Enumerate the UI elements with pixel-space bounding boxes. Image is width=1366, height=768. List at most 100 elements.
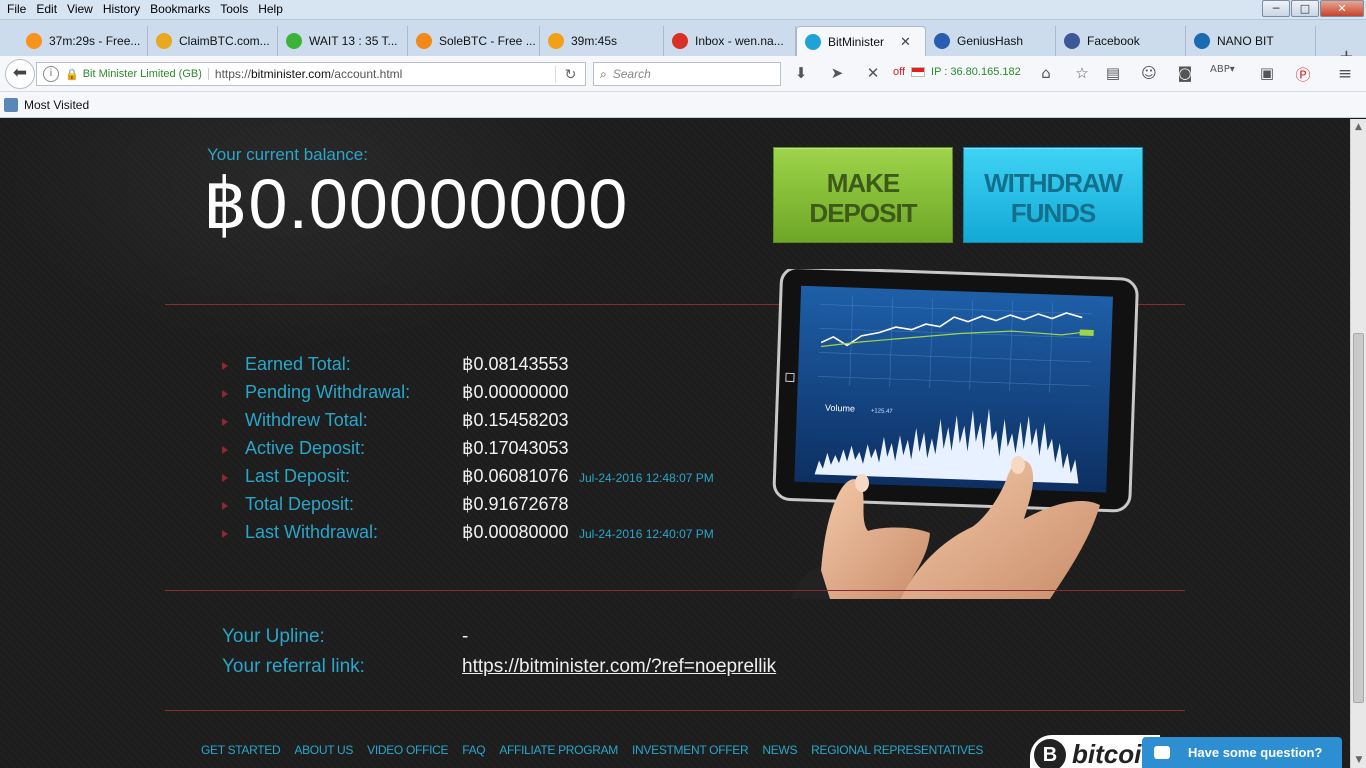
tab-39m-45s[interactable]: 39m:45s	[540, 26, 664, 56]
most-visited-link[interactable]: Most Visited	[24, 98, 89, 112]
footer-link-faq[interactable]: FAQ	[462, 743, 485, 757]
close-tab-icon[interactable]: ✕	[900, 34, 911, 50]
address-bar[interactable]: i 🔒 Bit Minister Limited (GB) https://bi…	[36, 62, 586, 86]
info-icon[interactable]: i	[43, 66, 59, 82]
gmail-icon	[672, 33, 688, 49]
stat-label: Last Withdrawal:	[245, 522, 379, 542]
maximize-button[interactable]: □	[1291, 0, 1319, 17]
close-window-button[interactable]: ✕	[1320, 0, 1364, 17]
tab-label: BitMinister	[828, 34, 885, 49]
bullet-icon	[222, 446, 228, 454]
withdraw-line-1: WITHDRAW	[984, 168, 1123, 198]
adblock-icon[interactable]: ABP▾	[1210, 64, 1235, 84]
tab-bitminister[interactable]: BitMinister ✕	[796, 26, 926, 56]
send-icon[interactable]: ➤	[826, 64, 848, 84]
site-identity[interactable]: Bit Minister Limited (GB)	[83, 68, 209, 80]
tab-geniushash[interactable]: GeniusHash	[926, 26, 1056, 56]
nano-icon	[1194, 33, 1210, 49]
tab-nano-bit[interactable]: NANO BIT	[1186, 26, 1316, 56]
stat-value: ฿0.06081076	[462, 466, 569, 486]
menu-help[interactable]: Help	[253, 0, 288, 18]
tab-label: 37m:29s - Free...	[49, 34, 141, 48]
tab-37m-29s-free[interactable]: 37m:29s - Free...	[18, 26, 148, 56]
footer-link-investment-offer[interactable]: INVESTMENT OFFER	[632, 743, 749, 757]
ip-widget[interactable]: off IP : 36.80.165.182	[893, 66, 1021, 78]
pocket-icon[interactable]: ◙	[1174, 64, 1196, 84]
image-icon[interactable]: ▣	[1256, 64, 1278, 84]
tab-label: ClaimBTC.com...	[179, 34, 270, 48]
tab-label: WAIT 13 : 35 T...	[309, 34, 398, 48]
stat-value: ฿0.15458203	[462, 410, 569, 430]
tablet-volume-label: Volume	[825, 403, 855, 414]
url-text[interactable]: https://bitminister.com/account.html	[215, 67, 555, 81]
tab-inbox-wen-na[interactable]: Inbox - wen.na...	[664, 26, 796, 56]
stat-value: ฿0.08143553	[462, 354, 569, 374]
bullet-icon	[222, 502, 228, 510]
bullet-icon	[222, 390, 228, 398]
bitcoin-logo: B bitcoin	[1030, 735, 1160, 768]
menu-bookmarks[interactable]: Bookmarks	[145, 0, 215, 18]
tablet-volume-value: +125.47	[871, 408, 894, 415]
tablet-illustration: Volume +125.47	[772, 269, 1139, 599]
star-icon[interactable]: ☆	[1071, 64, 1093, 84]
referral-link[interactable]: https://bitminister.com/?ref=noeprellik	[462, 656, 776, 678]
back-button[interactable]: ⬅	[5, 59, 35, 89]
page-scrollbar[interactable]: ▲ ▼	[1350, 119, 1366, 768]
tab-solebtc-free[interactable]: SoleBTC - Free ...	[408, 26, 540, 56]
back-arrow-icon: ⬅	[12, 63, 28, 83]
menu-file[interactable]: File	[2, 0, 31, 18]
deposit-line-1: MAKE	[826, 168, 901, 198]
home-icon[interactable]: ⌂	[1035, 64, 1057, 84]
bitcoin-icon	[416, 33, 432, 49]
withdraw-line-2: FUNDS	[1010, 198, 1097, 228]
referral-link-label: Your referral link:	[222, 656, 365, 677]
menu-edit[interactable]: Edit	[31, 0, 62, 18]
footer-link-news[interactable]: NEWS	[762, 743, 797, 757]
footer-link-affiliate-program[interactable]: AFFILIATE PROGRAM	[499, 743, 618, 757]
tab-label: NANO BIT	[1217, 34, 1274, 48]
facebook-icon	[1064, 33, 1080, 49]
bitminister-icon	[805, 33, 821, 50]
footer-link-get-started[interactable]: GET STARTED	[201, 743, 281, 757]
stat-label: Active Deposit:	[245, 438, 366, 458]
tab-label: Facebook	[1087, 34, 1140, 48]
menu-tools[interactable]: Tools	[215, 0, 253, 18]
search-input[interactable]: ⌕ Search	[593, 62, 781, 86]
hamburger-menu-icon[interactable]: ≡	[1334, 64, 1356, 84]
footer-link-about-us[interactable]: ABOUT US	[294, 743, 353, 757]
menu-history[interactable]: History	[98, 0, 145, 18]
x-icon[interactable]: ✕	[862, 64, 884, 84]
stat-timestamp: Jul-24-2016 12:40:07 PM	[579, 527, 714, 541]
scroll-down-arrow-icon[interactable]: ▼	[1351, 752, 1366, 768]
pinterest-icon[interactable]: Ⓟ	[1292, 64, 1314, 84]
navigation-toolbar: ⬅ i 🔒 Bit Minister Limited (GB) https://…	[0, 56, 1366, 92]
tab-wait-13-35-t[interactable]: WAIT 13 : 35 T...	[278, 26, 408, 56]
menu-items: File Edit View History Bookmarks Tools Help	[0, 0, 1366, 18]
clipboard-icon[interactable]: ▤	[1102, 64, 1124, 84]
bitcoin-icon	[26, 33, 42, 49]
smiley-icon	[286, 33, 302, 49]
make-deposit-button[interactable]: MAKE DEPOSIT	[773, 147, 953, 243]
stat-value: ฿0.00080000	[462, 522, 569, 542]
flag-icon	[911, 67, 926, 77]
tab-bar: 37m:29s - Free... ClaimBTC.com... WAIT 13 …	[0, 20, 1366, 67]
bullet-icon	[222, 418, 228, 426]
stat-timestamp: Jul-24-2016 12:48:07 PM	[579, 471, 714, 485]
stat-label: Last Deposit:	[245, 466, 351, 486]
footer-link-video-office[interactable]: VIDEO OFFICE	[367, 743, 448, 757]
footer-link-regional-representatives[interactable]: REGIONAL REPRESENTATIVES	[811, 743, 983, 757]
deposit-line-2: DEPOSIT	[809, 198, 917, 228]
chat-widget[interactable]: Have some question?	[1142, 737, 1342, 768]
reload-icon[interactable]: ↻	[555, 65, 585, 83]
tab-claimbtc-com[interactable]: ClaimBTC.com...	[148, 26, 278, 56]
tab-facebook[interactable]: Facebook	[1056, 26, 1186, 56]
chat-bubble-icon	[1154, 746, 1170, 759]
scroll-up-arrow-icon[interactable]: ▲	[1351, 119, 1366, 135]
chat-icon[interactable]: ☺	[1138, 64, 1160, 84]
bookmark-folder-icon	[4, 97, 18, 112]
minimize-button[interactable]: ─	[1262, 0, 1290, 17]
download-icon[interactable]: ⬇	[790, 64, 812, 84]
withdraw-funds-button[interactable]: WITHDRAW FUNDS	[963, 147, 1143, 243]
menu-view[interactable]: View	[62, 0, 98, 18]
scrollbar-thumb[interactable]	[1353, 333, 1364, 703]
